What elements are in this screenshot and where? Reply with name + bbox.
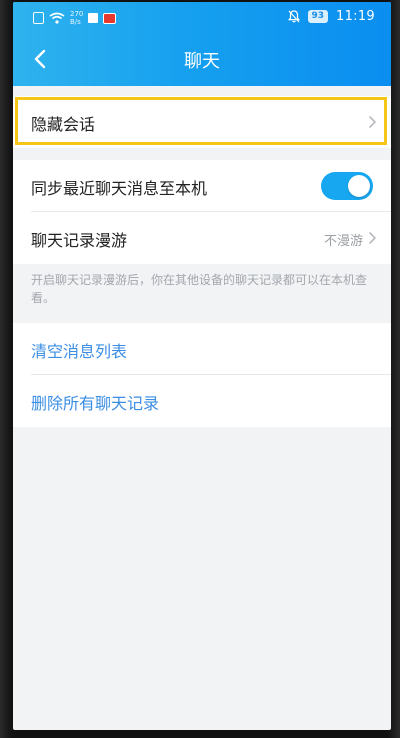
hide-conversation-label: 隐藏会话: [31, 115, 96, 134]
chat-roaming-value: 不漫游: [323, 234, 363, 249]
phone-screen: 270 B/s 93 11:19 聊天 隐藏会话 同步最近聊天消息至本机 聊天记…: [13, 2, 391, 730]
chat-roaming-label: 聊天记录漫游: [31, 231, 128, 250]
sync-messages-row: 同步最近聊天消息至本机: [13, 160, 391, 212]
network-speed: 270 B/s: [70, 10, 83, 26]
chevron-right-icon: [369, 232, 376, 244]
network-speed-unit: B/s: [70, 18, 81, 26]
delete-all-records-row[interactable]: 删除所有聊天记录: [13, 375, 391, 427]
status-bar: 270 B/s 93 11:19: [13, 2, 391, 32]
delete-all-records-label: 删除所有聊天记录: [31, 394, 160, 413]
roaming-hint-text: 开启聊天记录漫游后，你在其他设备的聊天记录都可以在本机查看。: [31, 273, 368, 305]
chat-roaming-row[interactable]: 聊天记录漫游 不漫游: [13, 212, 391, 264]
nav-bar: 聊天: [13, 32, 391, 86]
status-bar-left: 270 B/s: [33, 10, 117, 26]
clear-message-list-row[interactable]: 清空消息列表: [13, 323, 391, 375]
status-bar-right: 93 11:19: [287, 9, 376, 24]
notification-square-icon: [88, 13, 99, 23]
wifi-icon: [49, 12, 65, 24]
app-header: 270 B/s 93 11:19 聊天: [13, 2, 391, 86]
chevron-right-icon: [369, 116, 376, 128]
weibo-notification-icon: [103, 12, 117, 24]
toggle-knob: [348, 175, 370, 197]
page-title: 聊天: [184, 51, 220, 72]
mute-bell-icon: [287, 10, 300, 23]
network-speed-value: 270: [70, 10, 84, 18]
sync-messages-label: 同步最近聊天消息至本机: [31, 179, 208, 198]
hide-conversation-row[interactable]: 隐藏会话: [13, 96, 391, 148]
status-time: 11:19: [336, 9, 375, 24]
clear-message-list-label: 清空消息列表: [31, 342, 128, 361]
sim-icon: [33, 12, 44, 24]
battery-level: 93: [307, 10, 329, 23]
sync-messages-toggle[interactable]: [321, 172, 373, 200]
